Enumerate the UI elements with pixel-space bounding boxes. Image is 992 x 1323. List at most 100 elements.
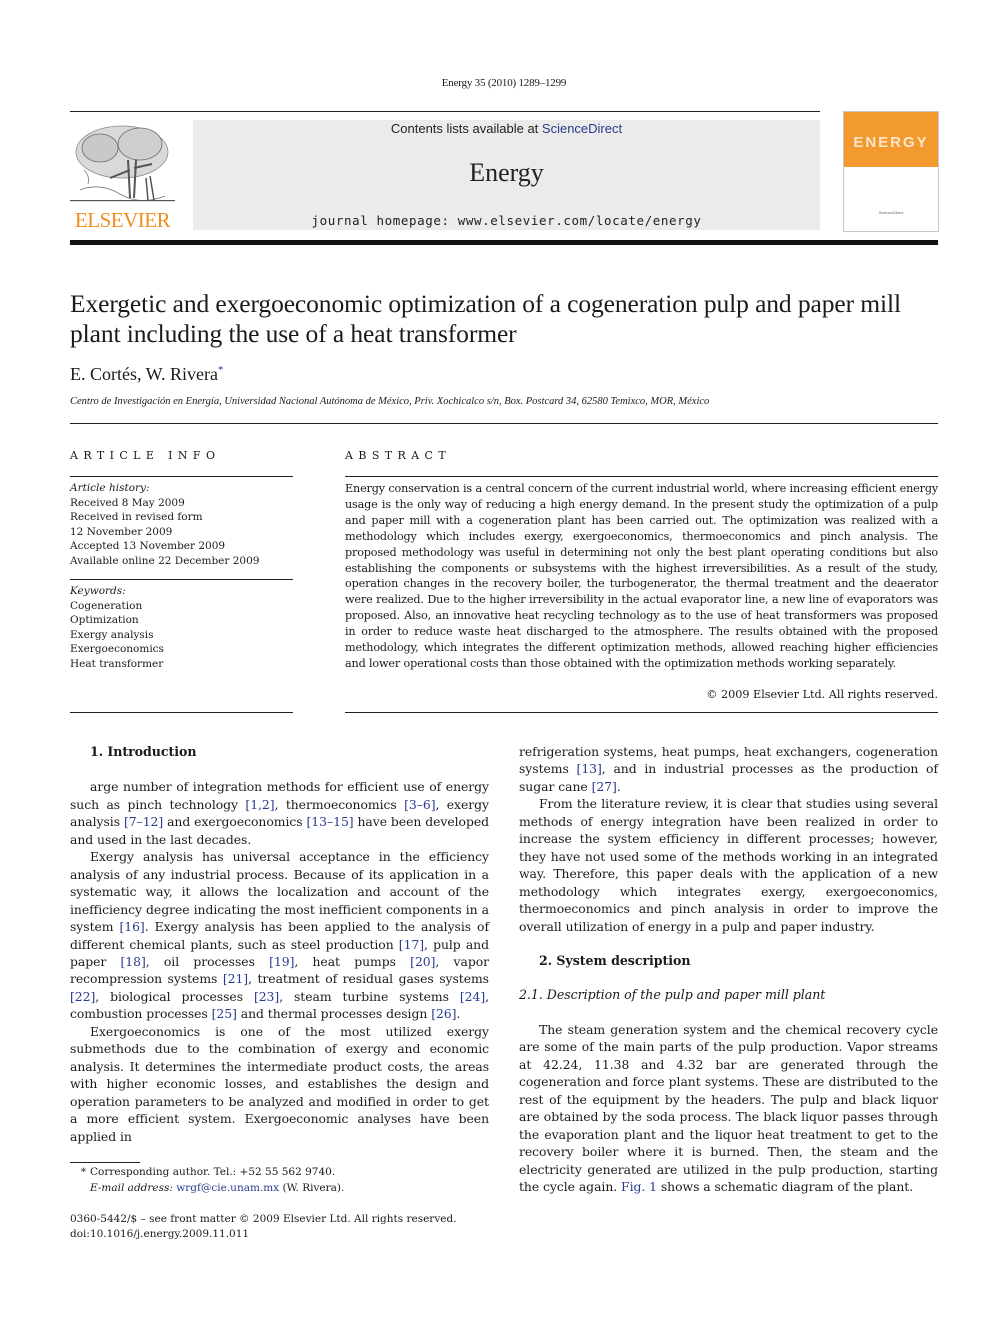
paragraph: From the literature review, it is clear … <box>519 795 938 935</box>
body-column-left: 1. Introduction arge number of integrati… <box>70 743 489 1145</box>
header-rule <box>70 111 820 112</box>
abstract-text: Energy conservation is a central concern… <box>345 482 938 670</box>
corresponding-author-mark[interactable]: * <box>218 364 224 376</box>
doi-line[interactable]: doi:10.1016/j.energy.2009.11.011 <box>70 1227 457 1242</box>
citation-link[interactable]: [7–12] <box>124 814 163 829</box>
text-run: The steam generation system and the chem… <box>519 1021 938 1194</box>
text-run: , steam turbine systems <box>279 988 460 1004</box>
journal-name: Energy <box>469 158 544 187</box>
affiliation: Centro de Investigación en Energía, Univ… <box>70 396 710 407</box>
text-run: From the literature review, it is clear … <box>519 796 938 934</box>
citation-link[interactable]: [13–15] <box>307 814 354 829</box>
citation-link[interactable]: Fig. 1 <box>621 1179 657 1194</box>
article-info-rule <box>70 476 293 477</box>
section-heading-system-description: 2. System description <box>539 952 691 968</box>
keyword: Optimization <box>70 614 139 626</box>
author-names: E. Cortés, W. Rivera <box>70 364 218 384</box>
keywords-rule <box>70 579 293 580</box>
issn-line: 0360-5442/$ – see front matter © 2009 El… <box>70 1213 457 1225</box>
keyword: Exergy analysis <box>70 628 154 641</box>
text-run: , oil processes <box>145 953 270 969</box>
issn-doi: 0360-5442/$ – see front matter © 2009 El… <box>70 1212 457 1241</box>
keyword: Exergoeconomics <box>70 643 164 655</box>
article-info-heading: ARTICLE INFO <box>70 449 221 462</box>
citation-link[interactable]: [25] <box>212 1006 237 1021</box>
history-item: Available online 22 December 2009 <box>70 554 260 567</box>
header-thick-rule <box>70 240 938 245</box>
text-run: . <box>456 1006 461 1022</box>
contents-prefix: Contents lists available at <box>390 121 542 136</box>
text-run: . <box>616 778 621 794</box>
paragraph-continuation: refrigeration systems, heat pumps, heat … <box>519 743 938 795</box>
section-heading-introduction: 1. Introduction <box>90 744 197 759</box>
corresponding-text: Corresponding author. Tel.: +52 55 562 9… <box>90 1166 336 1178</box>
text-run: and thermal processes design <box>236 1006 432 1022</box>
email-note: E-mail address: wrgf@cie.unam.mx (W. Riv… <box>70 1181 510 1197</box>
elsevier-tree-icon <box>70 125 175 202</box>
contents-line: Contents lists available at ScienceDirec… <box>193 121 820 136</box>
journal-homepage[interactable]: journal homepage: www.elsevier.com/locat… <box>193 213 820 228</box>
authors: E. Cortés, W. Rivera* <box>70 364 223 385</box>
article-title: Exergetic and exergoeconomic optimizatio… <box>70 289 901 348</box>
keywords: Keywords: Cogeneration Optimization Exer… <box>70 584 293 671</box>
citation-link[interactable]: [24] <box>460 989 485 1004</box>
email-link[interactable]: wrgf@cie.unam.mx <box>176 1182 279 1194</box>
text-run: Exergoeconomics is one of the most utili… <box>70 1023 489 1144</box>
keywords-label: Keywords: <box>70 585 126 597</box>
text-run: , biological processes <box>95 988 254 1004</box>
journal-banner: Contents lists available at ScienceDirec… <box>193 120 820 230</box>
text-run: , thermoeconomics <box>274 796 405 812</box>
paragraph: Exergy analysis has universal acceptance… <box>70 848 489 1023</box>
citation-link[interactable]: [20] <box>410 954 435 969</box>
citation-link[interactable]: [19] <box>269 954 294 969</box>
paragraph: arge number of integration methods for e… <box>70 778 489 848</box>
body-column-right: refrigeration systems, heat pumps, heat … <box>519 743 938 1195</box>
citation-link[interactable]: [22] <box>70 989 95 1004</box>
history-label: Article history: <box>70 482 150 494</box>
elsevier-wordmark: ELSEVIER <box>74 208 171 232</box>
citation-link[interactable]: [18] <box>121 954 146 969</box>
history-item: 12 November 2009 <box>70 525 173 538</box>
citation-link[interactable]: [21] <box>223 971 248 986</box>
footnotes: * Corresponding author. Tel.: +52 55 562 … <box>70 1165 510 1196</box>
cover-title: ENERGY <box>853 134 929 151</box>
journal-cover-thumbnail[interactable]: ENERGY ScienceDirect <box>843 111 939 232</box>
email-suffix: (W. Rivera). <box>279 1181 345 1194</box>
keyword: Cogeneration <box>70 599 143 612</box>
abstract-copyright: © 2009 Elsevier Ltd. All rights reserved… <box>706 688 938 701</box>
text-run: shows a schematic diagram of the plant. <box>656 1178 914 1194</box>
abstract-end-rule <box>345 712 938 713</box>
text-run: , treatment of residual gases systems <box>248 971 489 987</box>
paragraph: The steam generation system and the chem… <box>519 1021 938 1196</box>
citation-link[interactable]: [17] <box>399 937 424 952</box>
publisher-logo[interactable]: ELSEVIER <box>70 120 175 232</box>
text-run: , heat pumps <box>294 953 411 969</box>
citation-link[interactable]: [23] <box>254 989 279 1004</box>
text-run: and exergoeconomics <box>163 814 307 830</box>
abstract-heading: ABSTRACT <box>345 449 452 462</box>
citation-link[interactable]: [3–6] <box>404 797 435 812</box>
keyword: Heat transformer <box>70 657 164 670</box>
footnote-star: * <box>80 1166 86 1178</box>
article-history: Article history: Received 8 May 2009 Rec… <box>70 481 293 568</box>
journal-reference: Energy 35 (2010) 1289–1299 <box>441 77 567 89</box>
cover-footer: ScienceDirect <box>878 210 904 215</box>
history-item: Received 8 May 2009 <box>70 496 185 509</box>
email-label: E-mail address: <box>90 1181 173 1194</box>
sciencedirect-link[interactable]: ScienceDirect <box>542 121 622 136</box>
history-item: Received in revised form <box>70 511 203 523</box>
citation-link[interactable]: [27] <box>592 779 617 794</box>
citation-link[interactable]: [26] <box>431 1006 456 1021</box>
citation-link[interactable]: [16] <box>119 919 144 934</box>
footnote-rule <box>70 1162 140 1163</box>
paragraph: Exergoeconomics is one of the most utili… <box>70 1023 489 1145</box>
title-rule <box>70 423 938 424</box>
corresponding-author-note: * Corresponding author. Tel.: +52 55 562 … <box>70 1165 510 1181</box>
history-item: Accepted 13 November 2009 <box>70 540 226 552</box>
citation-link[interactable]: [13] <box>577 761 602 776</box>
article-info-end-rule <box>70 712 293 713</box>
paragraph: refrigeration systems, heat pumps, heat … <box>519 743 938 795</box>
subsection-heading: 2.1. Description of the pulp and paper m… <box>519 987 826 1003</box>
abstract-rule <box>345 476 938 477</box>
citation-link[interactable]: [1,2] <box>245 797 274 812</box>
